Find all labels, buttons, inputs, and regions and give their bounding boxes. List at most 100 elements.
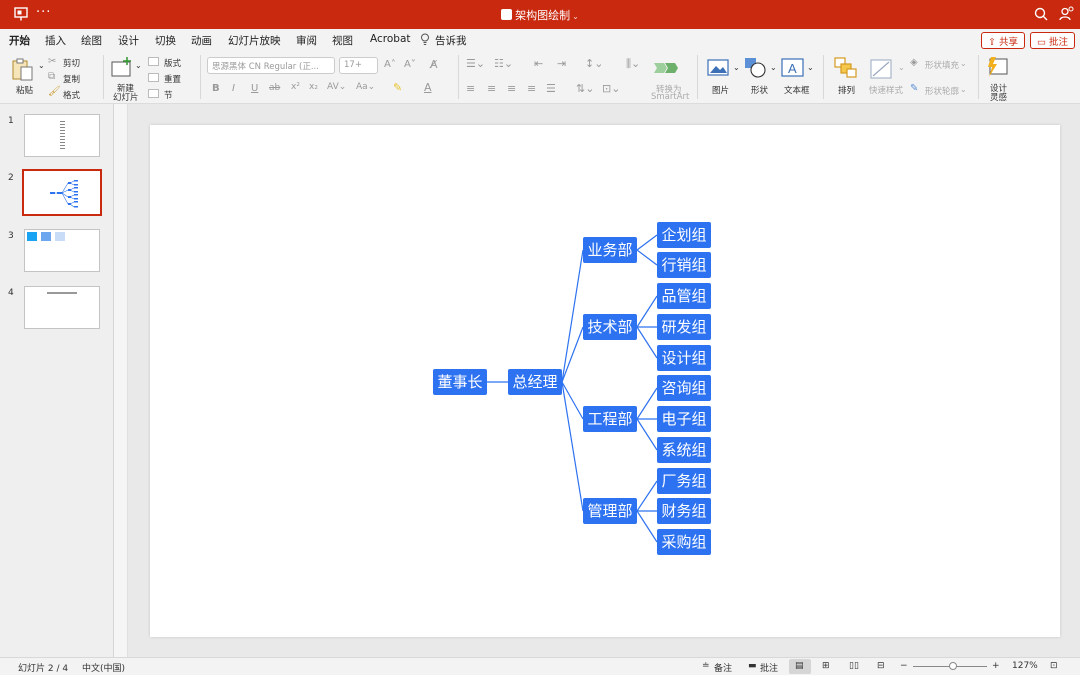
arrange-icon[interactable] [834,57,858,79]
reading-view-icon[interactable]: ▯▯ [849,661,859,671]
chevron-down-icon[interactable]: ⌄ [898,63,905,72]
chevron-down-icon[interactable]: ⌄ [960,85,967,94]
align-center-icon[interactable]: ≡ [487,82,496,95]
node-department[interactable]: 工程部 [583,406,637,432]
new-slide-label-2[interactable]: 幻灯片 [113,91,139,103]
zoom-in-button[interactable]: + [992,661,1000,671]
shape-button[interactable]: 形状 [751,84,768,96]
cut-button[interactable]: 剪切 [63,57,80,69]
zoom-out-button[interactable]: − [900,661,908,671]
align-text-icon[interactable]: ⊡⌄ [602,82,620,95]
slide-sorter-icon[interactable]: ⊞ [822,661,830,671]
chevron-down-icon[interactable]: ⌄ [770,63,777,72]
node-group[interactable]: 品管组 [657,283,711,309]
decrease-font-icon[interactable]: A˅ [404,59,416,70]
node-group[interactable]: 研发组 [657,314,711,340]
char-spacing-icon[interactable]: AV⌄ [327,82,346,92]
quick-styles-icon[interactable] [870,57,896,81]
subscript-icon[interactable]: x₂ [309,82,318,92]
change-case-icon[interactable]: Aa⌄ [356,82,375,92]
chevron-down-icon[interactable]: ⌄ [733,63,740,72]
format-painter-button[interactable]: 格式 [63,89,80,101]
arrange-button[interactable]: 排列 [838,84,855,96]
highlight-icon[interactable]: ✎ [393,81,402,94]
share-button[interactable]: ⇪ 共享 [981,32,1025,49]
picture-icon[interactable] [707,59,731,77]
line-spacing-icon[interactable]: ↕⌄ [585,57,603,70]
reset-button[interactable]: 重置 [164,73,181,85]
node-group[interactable]: 行销组 [657,252,711,278]
align-right-icon[interactable]: ≡ [507,82,516,95]
tab-insert[interactable]: 插入 [45,33,66,48]
italic-icon[interactable]: I [232,83,235,94]
language-indicator[interactable]: 中文(中国) [82,661,125,674]
shape-fill-button[interactable]: 形状填充 [925,59,959,71]
slide-thumbnail-1[interactable] [24,114,100,157]
node-group[interactable]: 咨询组 [657,375,711,401]
section-button[interactable]: 节 [164,89,173,101]
thumbnail-scrollbar[interactable] [114,104,128,657]
align-left-icon[interactable]: ≡ [466,82,475,95]
slide-2[interactable]: 董事长 总经理 业务部 技术部 工程部 管理部 企划组 行销组 品管组 研发组 … [150,125,1060,637]
increase-font-icon[interactable]: A˄ [384,59,396,70]
slide-thumbnail-2[interactable] [22,169,102,216]
chevron-down-icon[interactable]: ⌄ [135,61,142,70]
textbox-icon[interactable]: A [781,58,805,78]
convert-smartart-label-2[interactable]: SmartArt [651,92,689,102]
tab-review[interactable]: 审阅 [296,33,317,48]
text-direction-icon[interactable]: ⇅⌄ [576,82,594,95]
designer-label-2[interactable]: 灵感 [990,91,1007,103]
quick-styles-button[interactable]: 快速样式 [869,84,903,96]
tab-design[interactable]: 设计 [118,33,139,48]
slide-thumbnail-4[interactable] [24,286,100,329]
search-icon[interactable] [1033,6,1049,22]
bullets-icon[interactable]: ☰⌄ [466,57,485,70]
shape-icon[interactable] [744,57,768,79]
clear-format-icon[interactable]: A̸ [430,58,438,71]
smartart-icon[interactable] [652,59,680,77]
copy-button[interactable]: 复制 [63,73,80,85]
node-group[interactable]: 财务组 [657,498,711,524]
superscript-icon[interactable]: x² [291,82,300,92]
tab-animations[interactable]: 动画 [191,33,212,48]
shape-outline-button[interactable]: 形状轮廓 [925,85,959,97]
picture-button[interactable]: 图片 [712,84,729,96]
chevron-down-icon[interactable]: ⌄ [960,59,967,68]
comments-status-button[interactable]: 批注 [760,661,778,674]
node-group[interactable]: 设计组 [657,345,711,371]
tab-home[interactable]: 开始 [9,33,30,53]
justify-icon[interactable]: ≡ [527,82,536,95]
tab-transitions[interactable]: 切换 [155,33,176,48]
strikethrough-icon[interactable]: ab [269,83,280,93]
comments-button[interactable]: ▭ 批注 [1030,32,1076,49]
underline-icon[interactable]: U [251,83,258,94]
new-slide-icon[interactable] [110,57,134,79]
font-family-select[interactable]: 思源黑体 CN Regular (正... [207,57,335,74]
zoom-slider-handle[interactable] [949,662,957,670]
layout-button[interactable]: 版式 [164,57,181,69]
account-icon[interactable] [1058,6,1074,22]
node-group[interactable]: 企划组 [657,222,711,248]
paste-icon[interactable] [10,57,36,83]
zoom-level[interactable]: 127% [1012,661,1038,671]
notes-button[interactable]: 备注 [714,661,732,674]
tab-slideshow[interactable]: 幻灯片放映 [228,33,281,48]
node-department[interactable]: 管理部 [583,498,637,524]
node-department[interactable]: 业务部 [583,237,637,263]
node-group[interactable]: 电子组 [657,406,711,432]
node-department[interactable]: 技术部 [583,314,637,340]
slideshow-icon[interactable]: ⊟ [877,661,885,671]
designer-icon[interactable] [985,56,1009,80]
tab-view[interactable]: 视图 [332,33,353,48]
chevron-down-icon[interactable]: ⌄ [38,61,45,70]
columns-icon[interactable]: ⫼⌄ [626,57,640,71]
tab-draw[interactable]: 绘图 [81,33,102,48]
chevron-down-icon[interactable]: ⌄ [807,63,814,72]
node-group[interactable]: 采购组 [657,529,711,555]
bold-icon[interactable]: B [212,83,220,94]
tell-me-search[interactable]: 告诉我 [435,33,467,48]
node-group[interactable]: 系统组 [657,437,711,463]
distributed-icon[interactable]: ☰ [546,82,556,95]
increase-indent-icon[interactable]: ⇥ [557,57,566,70]
font-color-icon[interactable]: A [424,81,432,94]
